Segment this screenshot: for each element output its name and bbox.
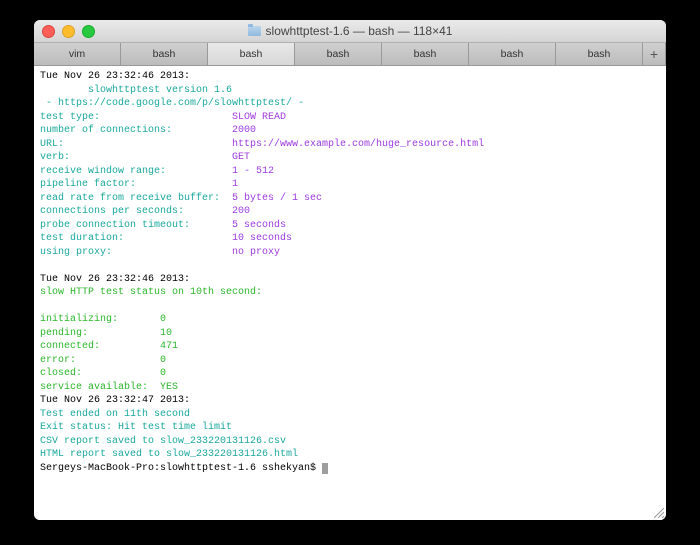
- add-tab-button[interactable]: +: [643, 43, 666, 65]
- param-label: test type:: [40, 112, 232, 123]
- tab-bash[interactable]: bash: [295, 43, 382, 65]
- status-value: 0: [160, 355, 166, 366]
- timestamp: Tue Nov 26 23:32:47 2013:: [40, 395, 190, 406]
- tab-bar: vim bash bash bash bash bash bash +: [34, 43, 666, 66]
- status-value: 471: [160, 341, 178, 352]
- tab-bash-active[interactable]: bash: [208, 43, 295, 65]
- minimize-icon[interactable]: [62, 25, 75, 38]
- timestamp: Tue Nov 26 23:32:46 2013:: [40, 274, 190, 285]
- param-value: 10 seconds: [232, 233, 292, 244]
- tab-vim[interactable]: vim: [34, 43, 121, 65]
- param-label: read rate from receive buffer:: [40, 193, 232, 204]
- param-value: 200: [232, 206, 250, 217]
- project-url: https://code.google.com/p/slowhttptest/: [58, 98, 292, 109]
- param-label: pipeline factor:: [40, 179, 232, 190]
- param-label: verb:: [40, 152, 232, 163]
- param-value: 5 seconds: [232, 220, 286, 231]
- zoom-icon[interactable]: [82, 25, 95, 38]
- cursor: [322, 463, 328, 474]
- end-line: CSV report saved to slow_233220131126.cs…: [40, 436, 286, 447]
- traffic-lights: [42, 25, 95, 38]
- param-value: https://www.example.com/huge_resource.ht…: [232, 139, 484, 150]
- resize-handle[interactable]: [654, 508, 664, 518]
- terminal-output[interactable]: Tue Nov 26 23:32:46 2013: slowhttptest v…: [34, 66, 666, 520]
- status-value: YES: [160, 382, 178, 393]
- param-value: 1 - 512: [232, 166, 274, 177]
- status-label: initializing:: [40, 314, 160, 325]
- title-text: slowhttptest-1.6 — bash — 118×41: [266, 24, 453, 38]
- param-value: 5 bytes / 1 sec: [232, 193, 322, 204]
- tab-bash[interactable]: bash: [469, 43, 556, 65]
- param-label: using proxy:: [40, 247, 232, 258]
- tab-bash[interactable]: bash: [121, 43, 208, 65]
- param-label: number of connections:: [40, 125, 232, 136]
- close-icon[interactable]: [42, 25, 55, 38]
- shell-prompt: Sergeys-MacBook-Pro:slowhttptest-1.6 ssh…: [40, 463, 322, 474]
- status-label: error:: [40, 355, 160, 366]
- status-label: service available:: [40, 382, 160, 393]
- param-label: URL:: [40, 139, 232, 150]
- status-label: closed:: [40, 368, 160, 379]
- status-label: connected:: [40, 341, 160, 352]
- param-value: SLOW READ: [232, 112, 286, 123]
- param-label: test duration:: [40, 233, 232, 244]
- param-value: GET: [232, 152, 250, 163]
- status-header: slow HTTP test status on 10th second:: [40, 287, 262, 298]
- status-value: 0: [160, 314, 166, 325]
- status-label: pending:: [40, 328, 160, 339]
- window-title: slowhttptest-1.6 — bash — 118×41: [34, 24, 666, 38]
- end-line: HTML report saved to slow_233220131126.h…: [40, 449, 298, 460]
- tab-bash[interactable]: bash: [556, 43, 643, 65]
- param-label: receive window range:: [40, 166, 232, 177]
- titlebar: slowhttptest-1.6 — bash — 118×41: [34, 20, 666, 43]
- param-value: no proxy: [232, 247, 280, 258]
- status-value: 0: [160, 368, 166, 379]
- folder-icon: [248, 26, 261, 36]
- end-line: Test ended on 11th second: [40, 409, 190, 420]
- version-line: slowhttptest version 1.6: [88, 85, 232, 96]
- timestamp: Tue Nov 26 23:32:46 2013:: [40, 71, 190, 82]
- param-label: probe connection timeout:: [40, 220, 232, 231]
- param-value: 2000: [232, 125, 256, 136]
- tab-bash[interactable]: bash: [382, 43, 469, 65]
- end-line: Exit status: Hit test time limit: [40, 422, 232, 433]
- param-label: connections per seconds:: [40, 206, 232, 217]
- status-value: 10: [160, 328, 172, 339]
- param-value: 1: [232, 179, 238, 190]
- terminal-window: slowhttptest-1.6 — bash — 118×41 vim bas…: [34, 20, 666, 520]
